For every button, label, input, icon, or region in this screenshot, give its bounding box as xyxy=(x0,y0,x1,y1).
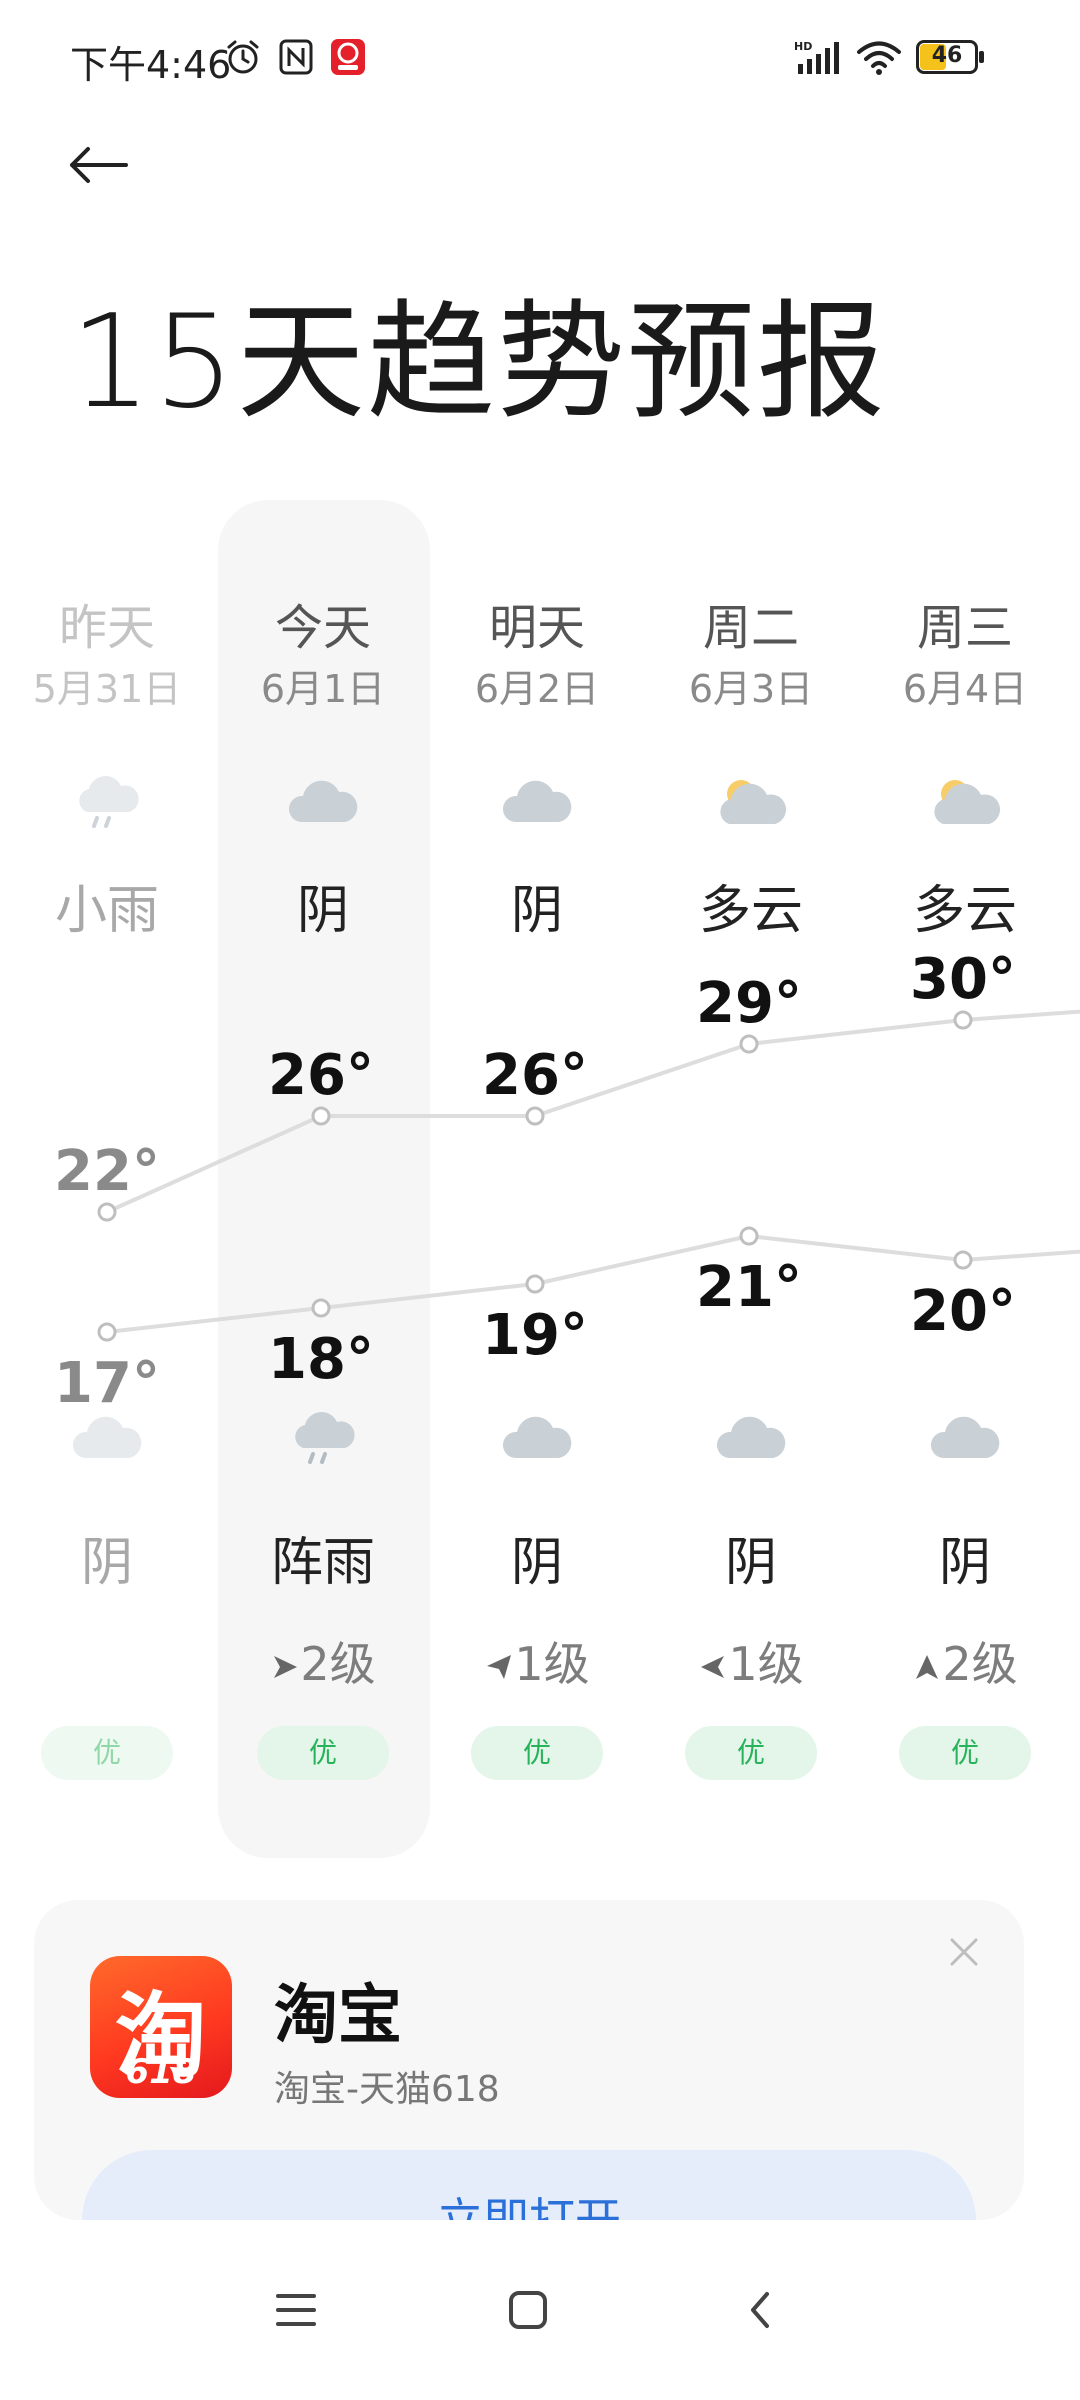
aqi-badge: 优 xyxy=(41,1726,173,1780)
status-bar: 下午4:46 HD 46 xyxy=(0,0,1080,110)
wifi-icon xyxy=(857,41,901,75)
wind-level: 2级 xyxy=(858,1628,1072,1694)
overcast-icon xyxy=(930,1416,1000,1458)
alarm-icon xyxy=(227,40,259,74)
nfc-icon xyxy=(279,39,313,75)
aqi-badge: 优 xyxy=(685,1726,817,1780)
wind-text: 2级 xyxy=(942,1637,1018,1691)
day-name: 周二 xyxy=(702,600,799,656)
ad-close-button[interactable] xyxy=(942,1930,986,1974)
partly-cloudy-icon xyxy=(934,780,1001,824)
page-title: 15天趋势预报 xyxy=(70,288,887,437)
day-column-tomorrow[interactable]: 明天 6月2日 阴 阴 1级 优 xyxy=(430,500,644,1858)
ad-card[interactable]: 淘 618 淘宝 淘宝-天猫618 立即打开 xyxy=(34,1900,1024,2220)
day-column-tuesday[interactable]: 周二 6月3日 多云 阴 1级 优 xyxy=(644,500,858,1858)
day-date: 6月3日 xyxy=(688,667,814,711)
overcast-icon xyxy=(502,780,572,822)
day-weather: 阴 xyxy=(510,881,563,941)
night-weather: 阴 xyxy=(938,1533,991,1593)
night-weather: 阴 xyxy=(80,1533,133,1593)
recent-apps-button[interactable] xyxy=(256,2278,336,2342)
back-button[interactable] xyxy=(66,130,156,200)
wind-text: 1级 xyxy=(514,1637,590,1691)
day-date: 6月2日 xyxy=(474,667,600,711)
home-icon xyxy=(509,2291,547,2329)
day-date: 6月1日 xyxy=(260,667,386,711)
night-weather: 阴 xyxy=(724,1533,777,1593)
day-weather: 阴 xyxy=(296,881,349,941)
day-date: 6月4日 xyxy=(902,667,1028,711)
battery-icon: 46 xyxy=(916,40,984,74)
aqi-badge: 优 xyxy=(257,1726,389,1780)
night-weather: 阴 xyxy=(510,1533,563,1593)
arrow-left-icon xyxy=(70,147,128,183)
day-name: 明天 xyxy=(488,600,585,656)
battery-level: 46 xyxy=(931,43,963,68)
wind-northeast-icon xyxy=(487,1655,512,1679)
day-column-yesterday[interactable]: 昨天 5月31日 小雨 阴 优 xyxy=(0,500,214,1858)
day-weather: 多云 xyxy=(912,881,1017,941)
wind-north-icon xyxy=(916,1655,939,1679)
taobao-logo: 淘 618 xyxy=(90,1956,232,2098)
wind-level: 1级 xyxy=(430,1628,644,1694)
ad-title: 淘宝 xyxy=(274,1979,402,2053)
night-weather: 阵雨 xyxy=(270,1533,375,1593)
aqi-badge: 优 xyxy=(471,1726,603,1780)
day-name: 昨天 xyxy=(58,600,155,656)
hd-signal-icon: HD xyxy=(794,40,839,74)
day-weather: 多云 xyxy=(698,881,803,941)
system-back-button[interactable] xyxy=(720,2278,800,2342)
overcast-icon xyxy=(288,780,358,822)
overcast-icon xyxy=(716,1416,786,1458)
open-app-label: 立即打开 xyxy=(437,2193,621,2220)
day-date: 5月31日 xyxy=(32,667,182,711)
taobao-notification-icon xyxy=(331,39,365,75)
wind-level: 2级 xyxy=(216,1628,430,1694)
home-button[interactable] xyxy=(488,2278,568,2342)
overcast-icon xyxy=(72,1416,142,1458)
navigation-bar xyxy=(0,2220,1080,2400)
open-app-button[interactable]: 立即打开 xyxy=(82,2150,976,2220)
day-weather: 小雨 xyxy=(54,881,159,941)
wind-east-icon xyxy=(274,1656,298,1678)
wind-west-icon xyxy=(701,1656,725,1678)
overcast-icon xyxy=(502,1416,572,1458)
wind-level: 1级 xyxy=(644,1628,858,1694)
svg-text:HD: HD xyxy=(794,40,812,53)
rain-icon xyxy=(79,776,139,828)
wind-text: 2级 xyxy=(300,1637,376,1691)
day-name: 周三 xyxy=(916,600,1013,656)
day-column-wednesday[interactable]: 周三 6月4日 多云 阴 2级 优 xyxy=(858,500,1072,1858)
back-chevron-icon xyxy=(751,2292,769,2328)
close-icon xyxy=(950,1938,978,1966)
aqi-badge: 优 xyxy=(899,1726,1031,1780)
logo-number: 618 xyxy=(125,2052,197,2092)
wind-text: 1级 xyxy=(728,1637,804,1691)
menu-icon xyxy=(276,2294,316,2326)
ad-subtitle: 淘宝-天猫618 xyxy=(274,2069,500,2110)
day-name: 今天 xyxy=(274,600,371,656)
forecast-panel: 昨天 5月31日 小雨 阴 优 今天 6月1日 阴 阵雨 2级 优 明天 6月2… xyxy=(0,500,1080,1880)
shower-icon xyxy=(295,1412,355,1464)
partly-cloudy-icon xyxy=(720,780,787,824)
status-time: 下午4:46 xyxy=(70,43,232,87)
day-column-today[interactable]: 今天 6月1日 阴 阵雨 2级 优 xyxy=(216,500,430,1858)
